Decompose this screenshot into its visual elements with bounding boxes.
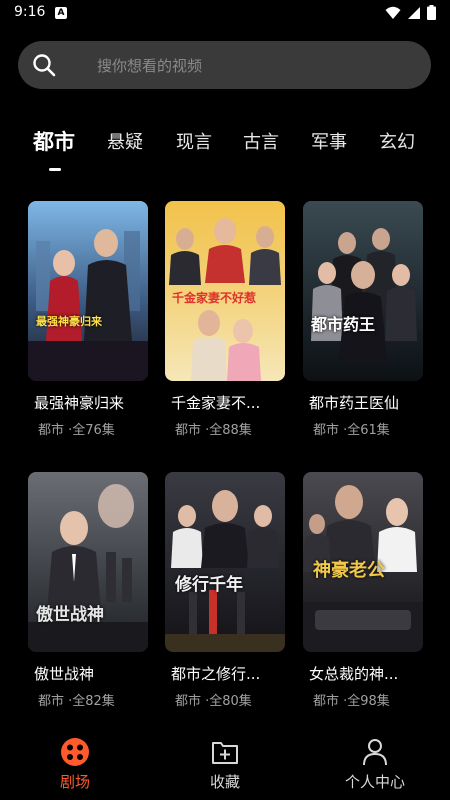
drama-poster[interactable]: 傲世战神 [28, 472, 148, 652]
drama-meta: 都市 ·全61集 [313, 423, 390, 438]
nav-label-collect: 收藏 [209, 773, 240, 791]
tab-indicator [49, 168, 61, 171]
nav-theater[interactable]: 剧场 [0, 730, 150, 800]
wifi-icon [385, 6, 401, 19]
drama-title: 都市药王医仙 [309, 394, 400, 412]
drama-title: 女总裁的神... [309, 665, 399, 683]
theater-icon[interactable] [60, 737, 90, 767]
drama-meta: 都市 ·全82集 [38, 694, 115, 709]
drama-title: 千金家妻不... [171, 394, 261, 412]
poster-title: 修行千年 [175, 575, 243, 595]
drama-title: 傲世战神 [34, 665, 95, 683]
drama-card[interactable]: 神豪老公 女总裁的神... 都市 ·全98集 [303, 472, 423, 709]
poster-title: 神豪老公 [313, 560, 385, 581]
user-icon[interactable] [360, 737, 390, 767]
drama-poster[interactable]: 最强神豪归来 [28, 201, 148, 381]
drama-meta: 都市 ·全80集 [175, 694, 252, 709]
status-time: 9:16 [14, 4, 46, 20]
poster-title: 千金家妻不好惹 [172, 291, 257, 305]
status-icons [385, 5, 436, 20]
bottom-nav: 剧场 收藏 个人中心 [0, 730, 450, 800]
drama-meta: 都市 ·全88集 [175, 423, 252, 438]
search-input[interactable]: 搜你想看的视频 [97, 55, 202, 76]
drama-meta: 都市 ·全98集 [313, 694, 390, 709]
nav-profile[interactable]: 个人中心 [300, 730, 450, 800]
drama-card[interactable]: 千金家妻不好惹 千金家妻不... 都市 ·全88集 [165, 201, 285, 438]
drama-card[interactable]: 都市药王 都市药王医仙 都市 ·全61集 [303, 201, 423, 438]
tab-guyan[interactable]: 古言 [243, 128, 279, 154]
drama-title: 都市之修行... [171, 665, 261, 683]
status-bar: 9:16 A [0, 0, 450, 26]
tab-dushi[interactable]: 都市 [33, 126, 75, 156]
collect-icon[interactable] [210, 737, 240, 767]
drama-poster[interactable]: 千金家妻不好惹 [165, 201, 285, 381]
signal-icon [408, 6, 420, 19]
tab-xianyan[interactable]: 现言 [176, 128, 212, 154]
nav-label-profile: 个人中心 [344, 773, 405, 791]
search-icon[interactable] [32, 53, 56, 77]
drama-poster[interactable]: 神豪老公 [303, 472, 423, 652]
tab-junshi[interactable]: 军事 [311, 128, 347, 154]
tab-xuanyi[interactable]: 悬疑 [107, 128, 143, 154]
drama-poster[interactable]: 修行千年 [165, 472, 285, 652]
drama-title: 最强神豪归来 [34, 394, 125, 412]
search-bar[interactable]: 搜你想看的视频 [18, 41, 431, 89]
category-tabs: 都市 悬疑 现言 古言 军事 玄幻 [0, 120, 450, 180]
nav-label-theater: 剧场 [59, 773, 90, 791]
nav-collect[interactable]: 收藏 [150, 730, 300, 800]
tab-xuanhuan[interactable]: 玄幻 [379, 128, 415, 154]
drama-card[interactable]: 傲世战神 傲世战神 都市 ·全82集 [28, 472, 148, 709]
drama-poster[interactable]: 都市药王 [303, 201, 423, 381]
drama-card[interactable]: 修行千年 都市之修行... 都市 ·全80集 [165, 472, 285, 709]
poster-title: 都市药王 [311, 315, 376, 334]
drama-meta: 都市 ·全76集 [38, 423, 115, 438]
drama-card[interactable]: 最强神豪归来 最强神豪归来 都市 ·全76集 [28, 201, 148, 438]
battery-icon [427, 5, 436, 20]
poster-title: 最强神豪归来 [36, 315, 102, 328]
poster-title: 傲世战神 [36, 605, 104, 625]
notification-icon: A [55, 7, 67, 19]
